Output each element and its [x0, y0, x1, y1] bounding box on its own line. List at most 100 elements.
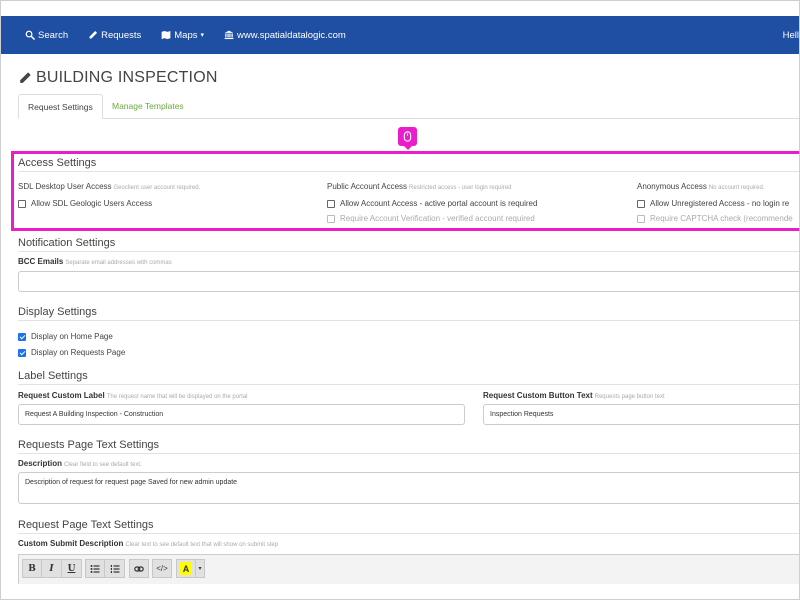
link-button[interactable]: [129, 559, 149, 578]
anonymous-access-option[interactable]: Allow Unregistered Access - no login re: [637, 199, 789, 208]
page-title: BUILDING INSPECTION: [18, 69, 218, 87]
page-title-text: BUILDING INSPECTION: [36, 69, 218, 86]
custom-label-label-text: Request Custom Label: [18, 391, 105, 400]
submit-description-hint: Clear text to see default text that will…: [125, 542, 279, 548]
section-divider: [18, 171, 799, 172]
highlight-color-button[interactable]: A: [176, 559, 196, 578]
section-divider: [18, 320, 799, 321]
color-button-group: A ▾: [176, 559, 205, 578]
page-frame: Search Requests Maps ▾ www.spatialdatalo…: [0, 0, 800, 600]
access-settings-title: Access Settings: [18, 157, 97, 169]
nav-search-label: Search: [38, 29, 69, 41]
submit-description-label: Custom Submit Description Clear text to s…: [18, 539, 278, 548]
rich-text-editor[interactable]: B I U </> A ▾: [18, 554, 799, 584]
list-button-group: [85, 559, 125, 578]
mouse-icon: [403, 131, 412, 142]
link-button-group: [129, 559, 149, 578]
section-divider: [18, 453, 799, 454]
search-icon: [25, 30, 35, 40]
italic-button[interactable]: I: [42, 559, 62, 578]
button-text-label: Request Custom Button Text Requests page …: [483, 391, 665, 400]
user-greeting-label: Hell: [782, 29, 799, 41]
sdl-access-title-text: SDL Desktop User Access: [18, 182, 112, 191]
section-divider: [18, 251, 799, 252]
captcha-option-label: Require CAPTCHA check (recommende: [650, 214, 793, 223]
captcha-option: Require CAPTCHA check (recommende: [637, 214, 793, 223]
label-settings-title: Label Settings: [18, 370, 88, 382]
description-label-text: Description: [18, 459, 63, 468]
anonymous-access-checkbox[interactable]: [637, 199, 645, 208]
public-verification-checkbox: [327, 214, 335, 223]
top-navbar: Search Requests Maps ▾ www.spatialdatalo…: [1, 16, 799, 54]
color-dropdown-button[interactable]: ▾: [196, 559, 205, 578]
user-greeting[interactable]: Hell: [782, 16, 799, 54]
anonymous-access-title: Anonymous Access No account required.: [637, 182, 765, 191]
description-textarea[interactable]: Description of request for request page …: [18, 472, 799, 504]
notification-settings-title: Notification Settings: [18, 237, 116, 249]
public-verification-option: Require Account Verification - verified …: [327, 214, 535, 223]
settings-tabs: Request Settings Manage Templates: [18, 94, 799, 119]
bcc-emails-hint: Separate email addresses with commas: [65, 260, 172, 266]
custom-label-label: Request Custom Label The request name tha…: [18, 391, 247, 400]
bullet-list-button[interactable]: [85, 559, 105, 578]
bold-button[interactable]: B: [22, 559, 42, 578]
pencil-icon: [20, 72, 31, 83]
section-divider: [18, 384, 799, 385]
captcha-checkbox: [637, 214, 645, 223]
request-page-text-title: Request Page Text Settings: [18, 519, 154, 531]
button-text-hint: Requests page button text: [594, 394, 665, 400]
pencil-icon: [89, 30, 98, 39]
button-text-label-text: Request Custom Button Text: [483, 391, 593, 400]
display-settings-title: Display Settings: [18, 306, 97, 318]
tab-manage-templates[interactable]: Manage Templates: [103, 94, 193, 119]
display-home-checkbox[interactable]: [18, 332, 26, 341]
sdl-access-option-label: Allow SDL Geologic Users Access: [31, 199, 153, 208]
nav-website-link[interactable]: www.spatialdatalogic.com: [224, 30, 346, 41]
nav-search[interactable]: Search: [25, 30, 68, 41]
section-divider: [18, 533, 799, 534]
public-access-title-text: Public Account Access: [327, 182, 408, 191]
anonymous-access-option-label: Allow Unregistered Access - no login re: [650, 199, 790, 208]
nav-requests[interactable]: Requests: [88, 30, 141, 41]
sdl-access-hint: Geoclient user account required.: [113, 185, 201, 191]
code-button-group: </>: [152, 559, 172, 578]
sdl-access-checkbox[interactable]: [18, 199, 26, 208]
custom-label-hint: The request name that will be displayed …: [106, 394, 248, 400]
public-verification-option-label: Require Account Verification - verified …: [340, 214, 535, 223]
public-access-checkbox[interactable]: [327, 199, 335, 208]
code-view-button[interactable]: </>: [152, 559, 172, 578]
display-home-option[interactable]: Display on Home Page: [18, 332, 113, 341]
caret-down-icon: ▾: [200, 32, 204, 39]
custom-label-input[interactable]: Request A Building Inspection - Construc…: [18, 404, 465, 425]
requests-page-text-title: Requests Page Text Settings: [18, 439, 160, 451]
highlight-color-icon: A: [180, 562, 192, 575]
underline-button[interactable]: U: [62, 559, 82, 578]
map-icon: [161, 30, 171, 40]
public-access-hint: Restricted access - user login required: [409, 185, 512, 191]
bank-icon: [224, 30, 234, 40]
bcc-emails-input[interactable]: [18, 271, 799, 292]
display-requests-checkbox[interactable]: [18, 348, 26, 357]
anonymous-access-title-text: Anonymous Access: [637, 182, 707, 191]
bcc-emails-label: BCC Emails Separate email addresses with …: [18, 257, 172, 266]
bullet-list-icon: [90, 564, 100, 573]
display-requests-option[interactable]: Display on Requests Page: [18, 348, 125, 357]
submit-description-label-text: Custom Submit Description: [18, 539, 124, 548]
tab-request-settings[interactable]: Request Settings: [18, 94, 103, 119]
link-icon: [134, 565, 144, 572]
sdl-access-title: SDL Desktop User Access Geoclient user ac…: [18, 182, 200, 191]
nav-maps-dropdown[interactable]: Maps ▾: [161, 30, 204, 41]
description-label: Description Clear field to see default te…: [18, 459, 142, 468]
format-button-group: B I U: [22, 559, 82, 578]
anonymous-access-hint: No account required.: [708, 185, 765, 191]
public-access-option[interactable]: Allow Account Access - active portal acc…: [327, 199, 537, 208]
sdl-access-option[interactable]: Allow SDL Geologic Users Access: [18, 199, 152, 208]
button-text-input[interactable]: Inspection Requests: [483, 404, 799, 425]
display-home-label: Display on Home Page: [31, 332, 113, 341]
nav-maps-label: Maps: [174, 29, 198, 41]
display-requests-label: Display on Requests Page: [31, 348, 126, 357]
nav-website-label: www.spatialdatalogic.com: [237, 29, 346, 41]
numbered-list-button[interactable]: [105, 559, 125, 578]
nav-requests-label: Requests: [101, 29, 142, 41]
numbered-list-icon: [110, 564, 119, 573]
